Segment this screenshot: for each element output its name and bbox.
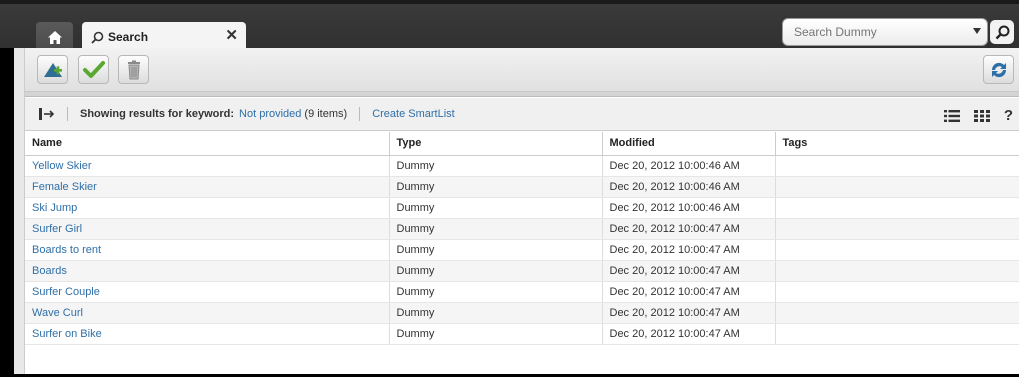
- row-type: Dummy: [389, 323, 603, 345]
- search-icon: [995, 25, 1009, 39]
- column-header-name[interactable]: Name: [25, 132, 390, 156]
- table-row[interactable]: Surfer Couple Dummy Dec 20, 2012 10:00:47 …: [25, 281, 1019, 303]
- row-name-link[interactable]: Wave Curl: [25, 302, 390, 324]
- trash-icon: [127, 60, 140, 79]
- main-panel: Showing results for keyword: Not provide…: [25, 48, 1019, 374]
- row-type: Dummy: [389, 218, 603, 240]
- close-icon[interactable]: ✕: [225, 28, 238, 44]
- approve-button[interactable]: [78, 55, 109, 84]
- search-icon: [91, 31, 104, 44]
- row-type: Dummy: [389, 260, 603, 282]
- checkmark-icon: [82, 60, 105, 78]
- results-table: Name Type Modified Tags Yellow Skier Dumm…: [25, 132, 1019, 345]
- row-modified: Dec 20, 2012 10:00:46 AM: [602, 155, 776, 177]
- row-tags: [775, 302, 1019, 324]
- search-input[interactable]: [794, 25, 964, 39]
- add-button[interactable]: [37, 55, 68, 84]
- side-splitter[interactable]: [14, 48, 25, 374]
- refresh-icon: [991, 62, 1006, 77]
- divider: [359, 107, 361, 121]
- row-name-link[interactable]: Yellow Skier: [25, 155, 390, 177]
- row-name-link[interactable]: Surfer on Bike: [25, 323, 390, 345]
- help-icon[interactable]: ?: [1004, 107, 1013, 124]
- keyword-link[interactable]: Not provided: [239, 108, 301, 120]
- row-modified: Dec 20, 2012 10:00:46 AM: [602, 176, 776, 198]
- row-modified: Dec 20, 2012 10:00:47 AM: [602, 239, 776, 261]
- row-tags: [775, 323, 1019, 345]
- row-name-link[interactable]: Surfer Girl: [25, 218, 390, 240]
- view-switcher: ?: [943, 107, 1013, 124]
- row-tags: [775, 197, 1019, 219]
- toolbar-divider: [25, 92, 1019, 97]
- results-info-bar: Showing results for keyword: Not provide…: [25, 98, 1019, 131]
- table-row[interactable]: Boards to rent Dummy Dec 20, 2012 10:00:47…: [25, 239, 1019, 261]
- column-header-tags[interactable]: Tags: [775, 132, 1019, 156]
- table-row[interactable]: Boards Dummy Dec 20, 2012 10:00:47 AM: [25, 260, 1019, 282]
- row-type: Dummy: [389, 197, 603, 219]
- tab-search-label: Search: [108, 30, 149, 44]
- row-tags: [775, 176, 1019, 198]
- table-row[interactable]: Wave Curl Dummy Dec 20, 2012 10:00:47 AM: [25, 302, 1019, 324]
- column-header-modified[interactable]: Modified: [602, 132, 776, 156]
- row-tags: [775, 218, 1019, 240]
- table-row[interactable]: Surfer on Bike Dummy Dec 20, 2012 10:00:47…: [25, 323, 1019, 345]
- table-row[interactable]: Surfer Girl Dummy Dec 20, 2012 10:00:47 AM: [25, 218, 1019, 240]
- row-modified: Dec 20, 2012 10:00:46 AM: [602, 197, 776, 219]
- row-modified: Dec 20, 2012 10:00:47 AM: [602, 218, 776, 240]
- row-name-link[interactable]: Ski Jump: [25, 197, 390, 219]
- chevron-down-icon[interactable]: [973, 28, 981, 34]
- table-row[interactable]: Ski Jump Dummy Dec 20, 2012 10:00:46 AM: [25, 197, 1019, 219]
- divider: [67, 107, 68, 121]
- results-prefix: Showing results for keyword:: [80, 108, 235, 120]
- row-modified: Dec 20, 2012 10:00:47 AM: [602, 281, 776, 303]
- table-row[interactable]: Female Skier Dummy Dec 20, 2012 10:00:46 A…: [25, 176, 1019, 198]
- table-row[interactable]: Yellow Skier Dummy Dec 20, 2012 10:00:46 A…: [25, 155, 1019, 177]
- row-tags: [775, 155, 1019, 177]
- row-type: Dummy: [389, 281, 603, 303]
- results-count: (9 items): [304, 108, 348, 120]
- row-name-link[interactable]: Boards to rent: [25, 239, 390, 261]
- expand-panel-icon[interactable]: [39, 108, 55, 120]
- row-type: Dummy: [389, 239, 603, 261]
- home-icon: [47, 30, 62, 44]
- add-icon: [43, 62, 62, 77]
- row-type: Dummy: [389, 176, 603, 198]
- column-header-type[interactable]: Type: [389, 132, 603, 156]
- delete-button[interactable]: [118, 55, 149, 84]
- search-field[interactable]: [782, 18, 988, 46]
- row-tags: [775, 260, 1019, 282]
- row-tags: [775, 239, 1019, 261]
- row-modified: Dec 20, 2012 10:00:47 AM: [602, 302, 776, 324]
- list-view-icon[interactable]: [943, 109, 960, 122]
- window-edge: [0, 48, 14, 377]
- search-button[interactable]: [990, 20, 1014, 44]
- row-type: Dummy: [389, 155, 603, 177]
- row-name-link[interactable]: Boards: [25, 260, 390, 282]
- grid-view-icon[interactable]: [973, 109, 990, 122]
- top-bar: Search ✕: [0, 0, 1019, 52]
- row-type: Dummy: [389, 302, 603, 324]
- row-modified: Dec 20, 2012 10:00:47 AM: [602, 260, 776, 282]
- row-name-link[interactable]: Surfer Couple: [25, 281, 390, 303]
- row-modified: Dec 20, 2012 10:00:47 AM: [602, 323, 776, 345]
- toolbar: [25, 48, 1019, 92]
- row-tags: [775, 281, 1019, 303]
- refresh-button[interactable]: [983, 55, 1014, 84]
- row-name-link[interactable]: Female Skier: [25, 176, 390, 198]
- create-smartlist-link[interactable]: Create SmartList: [372, 108, 455, 120]
